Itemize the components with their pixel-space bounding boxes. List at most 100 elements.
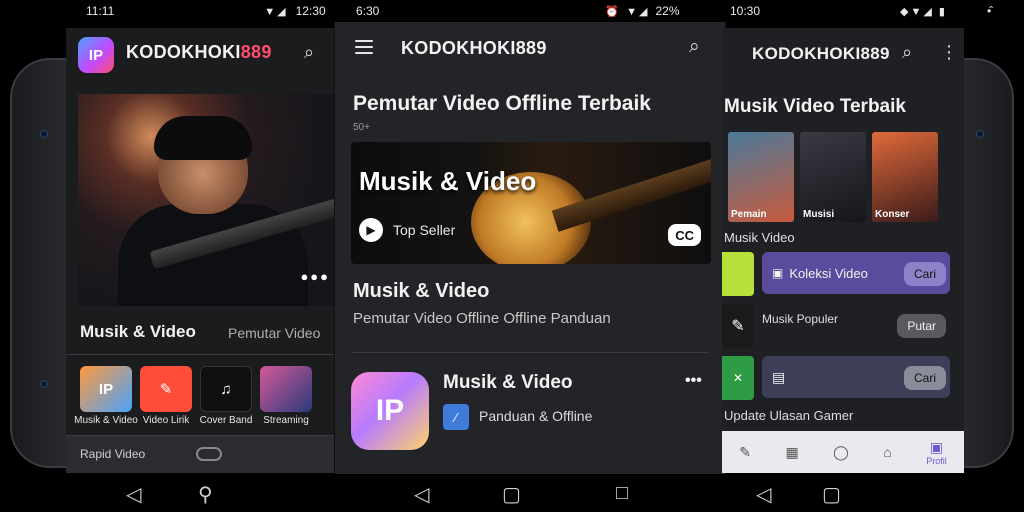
row-button[interactable]: Cari: [903, 262, 946, 286]
brand-text: KODOKHOKI: [126, 42, 241, 62]
headline-sub: 50+: [353, 122, 370, 133]
recents-icon[interactable]: ▢: [822, 482, 841, 507]
row-label: Musik Populer: [762, 312, 839, 326]
tile-thumb: ✎: [140, 366, 192, 412]
tile-item[interactable]: ♫ Cover Band: [200, 366, 252, 426]
tile-thumb: IP: [80, 366, 132, 412]
row-thumb: ✕: [722, 356, 754, 400]
cc-badge: CC: [668, 224, 701, 246]
nav-explore-icon[interactable]: ◯: [833, 444, 849, 461]
row-button[interactable]: Putar: [897, 314, 946, 338]
center-status-bar: 6:30 ⏰ ▼◢ 22%: [356, 0, 716, 22]
camera-dot: [40, 130, 48, 138]
nav-grid-icon[interactable]: ▦: [785, 444, 798, 461]
row-button[interactable]: Cari: [903, 366, 946, 390]
list-item[interactable]: ✎ Musik Populer Putar: [722, 304, 964, 350]
back-icon[interactable]: ◁: [756, 482, 771, 507]
brand-highlight: 889: [240, 42, 272, 62]
hero-figure-hair: [154, 116, 252, 160]
thumb-caption: Musisi: [803, 209, 835, 220]
signal-icon: ▼◢: [264, 5, 288, 18]
search-icon[interactable]: ⚲: [198, 482, 213, 507]
nav-profile-label: Profil: [926, 455, 947, 466]
list-item[interactable]: ▣ Koleksi Video Cari: [722, 252, 964, 298]
more-options-icon[interactable]: •••: [685, 372, 702, 390]
back-icon[interactable]: ◁: [414, 482, 429, 507]
status-time-secondary: 12:30: [295, 4, 326, 18]
row-subtitle[interactable]: Pemutar Video: [228, 325, 320, 341]
search-icon[interactable]: ⌕: [689, 36, 700, 58]
app-screenshot: 11:11 ▼◢ 12:30 6:30 ⏰ ▼◢ 22% 10:30 ◆▼◢ ▮…: [0, 0, 1024, 512]
home-icon[interactable]: ▢: [502, 482, 521, 507]
row-thumb: ✎: [722, 304, 754, 348]
bottom-label[interactable]: Rapid Video: [80, 447, 145, 461]
nav-profile-tab[interactable]: ▣ Profil: [926, 439, 947, 466]
brand-name: KODOKHOKI889: [126, 42, 272, 63]
back-icon[interactable]: ◁: [126, 482, 141, 507]
row-thumb: [722, 252, 754, 296]
battery-percent: 22%: [655, 4, 680, 18]
left-status-bar: 11:11 ▼◢ 12:30: [86, 0, 336, 22]
nav-bag-icon[interactable]: ⌂: [883, 444, 891, 460]
left-bottom-bar: Rapid Video: [66, 435, 338, 473]
divider: [351, 352, 709, 353]
camera-dot: [40, 380, 48, 388]
headline: Musik Video Terbaik: [724, 96, 906, 117]
tile-caption: Cover Band: [199, 415, 253, 426]
play-icon[interactable]: ▶: [359, 218, 383, 242]
headline: Pemutar Video Offline Terbaik: [353, 92, 651, 115]
nav-indicator: •̂: [986, 4, 992, 18]
tile-thumb: ♫: [200, 366, 252, 412]
tag-icon: ⁄: [443, 404, 469, 430]
thumb-caption: Konser: [875, 209, 910, 220]
featured-author: Top Seller: [393, 222, 456, 238]
menu-icon[interactable]: [355, 40, 373, 54]
hero-image[interactable]: ●●●: [78, 94, 338, 306]
right-status-bar: 10:30 ◆▼◢ ▮ •̂: [730, 0, 1010, 22]
brand-name: KODOKHOKI889: [752, 44, 890, 63]
recents-icon[interactable]: □: [616, 482, 628, 505]
divider: [66, 354, 338, 355]
center-phone-screen: KODOKHOKI889 ⌕ Pemutar Video Offline Ter…: [334, 22, 726, 474]
tile-item[interactable]: IP Musik & Video: [74, 366, 138, 426]
bottom-nav: ✎ ▦ ◯ ⌂ ▣ Profil: [722, 431, 964, 473]
left-phone-screen: IP KODOKHOKI889 ⌕ ●●● Musik & Video Pemu…: [66, 28, 338, 473]
tile-item[interactable]: ✎ Video Lirik: [140, 366, 192, 426]
row-label: Koleksi Video: [789, 265, 868, 281]
chart-icon: ▤: [772, 368, 786, 385]
section-subtitle: Pemutar Video Offline Offline Panduan: [353, 310, 611, 327]
row-title: Musik & Video: [80, 322, 196, 341]
nav-edit-icon[interactable]: ✎: [739, 444, 751, 461]
right-app-bar: KODOKHOKI889 ⌕ ⋮: [722, 28, 964, 78]
thumb-item[interactable]: Pemain: [728, 132, 794, 222]
status-time: 11:11: [86, 4, 115, 18]
profile-icon: ▣: [929, 438, 944, 455]
featured-title: Musik & Video: [359, 166, 537, 196]
app-logo[interactable]: IP: [78, 37, 114, 73]
left-app-bar: IP KODOKHOKI889 ⌕: [66, 28, 338, 78]
tile-caption: Video Lirik: [142, 415, 190, 426]
signal-icon: ⏰ ▼◢: [605, 5, 650, 18]
thumb-caption: Pemain: [731, 209, 767, 220]
featured-card[interactable]: Musik & Video ▶ Top Seller CC: [351, 142, 711, 264]
app-title[interactable]: Musik & Video: [443, 372, 573, 394]
home-pill-icon[interactable]: [196, 447, 222, 461]
camera-dot: [976, 130, 984, 138]
thumb-item[interactable]: Musisi: [800, 132, 866, 222]
more-vert-icon[interactable]: ⋮: [940, 42, 958, 63]
right-phone-screen: KODOKHOKI889 ⌕ ⋮ Musik Video Terbaik Pem…: [722, 28, 964, 473]
tile-caption: Musik & Video: [74, 415, 138, 426]
search-icon[interactable]: ⌕: [304, 42, 314, 63]
center-app-bar: KODOKHOKI889 ⌕: [335, 22, 725, 72]
tile-thumb: [260, 366, 312, 412]
list-item[interactable]: ✕ ▤ Cari: [722, 356, 964, 402]
status-time: 6:30: [356, 4, 380, 18]
search-icon[interactable]: ⌕: [902, 42, 912, 63]
app-icon[interactable]: IP: [351, 372, 429, 450]
footer-label: Update Ulasan Gamer: [724, 408, 854, 423]
tile-item[interactable]: Streaming: [260, 366, 312, 426]
carousel-dots[interactable]: ●●●: [300, 269, 330, 284]
thumb-item[interactable]: Konser: [872, 132, 938, 222]
status-time: 10:30: [730, 4, 761, 18]
signal-icon: ◆▼◢ ▮: [900, 5, 947, 18]
